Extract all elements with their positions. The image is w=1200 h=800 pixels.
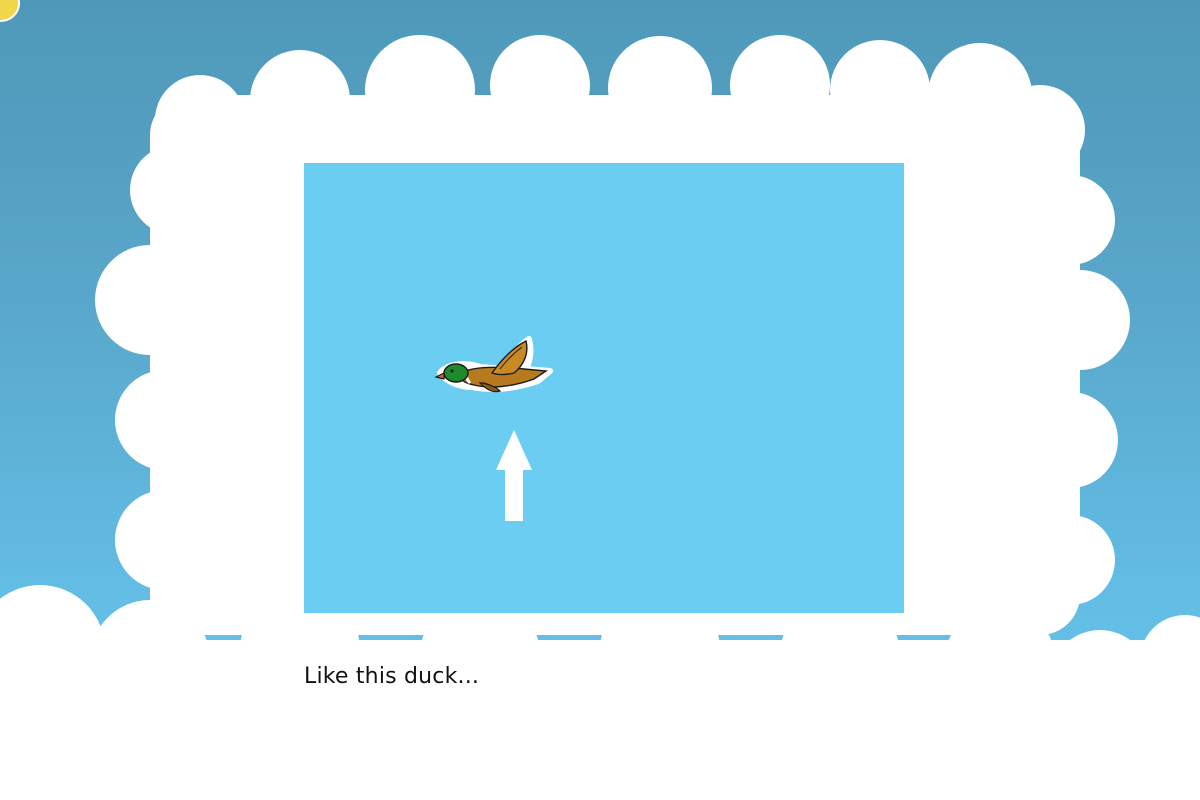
game-scene: Like this duck... [0, 0, 1200, 800]
caption-text: Like this duck... [304, 664, 480, 689]
example-panel [304, 163, 904, 613]
flying-mallard-duck-icon [434, 336, 553, 393]
up-arrow-icon [496, 430, 532, 521]
